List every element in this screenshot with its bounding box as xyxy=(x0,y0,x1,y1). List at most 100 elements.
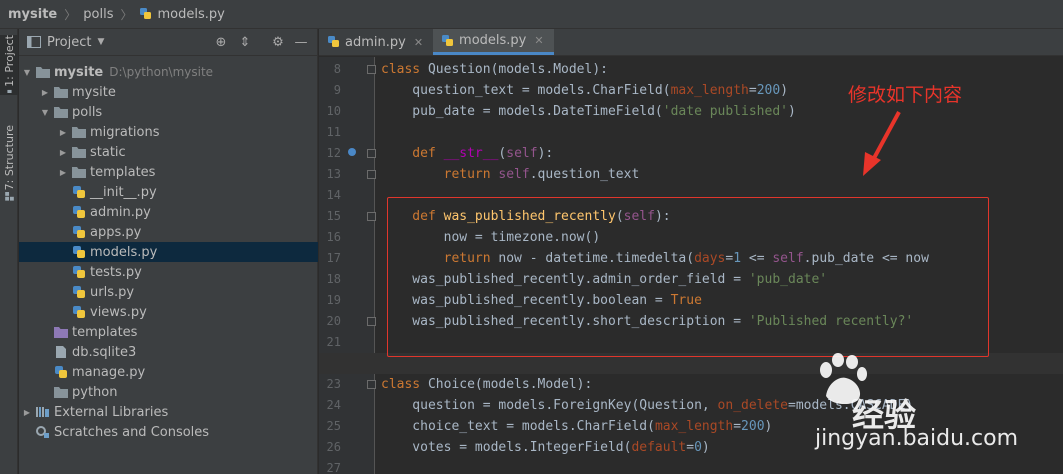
code-token: question = models.ForeignKey(Question, xyxy=(381,398,718,413)
line-number: 13 xyxy=(326,167,341,181)
tree-item[interactable]: urls.py xyxy=(19,282,318,302)
tree-item[interactable]: ▶ mysite xyxy=(19,82,318,102)
tree-item-icon xyxy=(53,105,69,119)
fold-marker-icon[interactable] xyxy=(367,380,376,389)
tree-item[interactable]: tests.py xyxy=(19,262,318,282)
highlight-box xyxy=(387,197,989,357)
tree-item-label: models.py xyxy=(90,244,158,260)
chevron-right-icon[interactable]: ▶ xyxy=(58,128,68,137)
project-toolbar: Project ▼ ⊕ ⇕ ⚙ — xyxy=(19,29,317,56)
override-marker-icon[interactable] xyxy=(348,148,356,156)
line-number: 16 xyxy=(326,230,341,244)
locate-icon[interactable]: ⊕ xyxy=(213,34,229,50)
chevron-down-icon[interactable]: ▼ xyxy=(40,108,50,117)
tree-item[interactable]: models.py xyxy=(19,242,318,262)
tree-item-icon xyxy=(53,345,69,359)
code-token: on_delete xyxy=(717,398,788,413)
fold-marker-icon[interactable] xyxy=(367,212,376,221)
tree-item[interactable]: __init__.py xyxy=(19,182,318,202)
structure-tool-tab-label: 7: Structure xyxy=(2,125,16,191)
tree-item-icon xyxy=(53,325,69,339)
tree-item[interactable]: python xyxy=(19,382,318,402)
tree-item[interactable]: admin.py xyxy=(19,202,318,222)
tree-item[interactable]: ▶ External Libraries xyxy=(19,402,318,422)
fold-marker-icon[interactable] xyxy=(367,65,376,74)
tree-item[interactable]: templates xyxy=(19,322,318,342)
fold-marker-icon[interactable] xyxy=(367,317,376,326)
database-file-icon xyxy=(56,346,66,358)
tree-item-icon xyxy=(71,165,87,179)
annotation-text: 修改如下内容 xyxy=(848,84,963,106)
tree-item[interactable]: manage.py xyxy=(19,362,318,382)
chevron-down-icon[interactable]: ▼ xyxy=(97,37,104,47)
tree-item-icon xyxy=(35,425,51,439)
breadcrumb: mysite 〉 polls 〉 models.py xyxy=(0,0,1063,29)
project-view-title[interactable]: Project xyxy=(47,35,91,50)
python-file-icon xyxy=(73,306,85,318)
code-token: default xyxy=(631,440,687,455)
chevron-right-icon[interactable]: ▶ xyxy=(22,408,32,417)
tree-item[interactable]: Scratches and Consoles xyxy=(19,422,318,442)
folder-icon xyxy=(54,387,68,398)
tree-item[interactable]: apps.py xyxy=(19,222,318,242)
line-number-gutter: 89101112131415161718192021222324252627 xyxy=(319,57,376,474)
tab-label: models.py xyxy=(459,33,527,48)
tree-item-label: manage.py xyxy=(72,364,146,380)
tab-models-py[interactable]: models.py ✕ xyxy=(433,29,554,55)
hide-panel-icon[interactable]: — xyxy=(293,34,309,50)
code-token: ) xyxy=(780,83,789,98)
tab-label: admin.py xyxy=(345,34,406,50)
tree-item[interactable]: db.sqlite3 xyxy=(19,342,318,362)
project-panel-icon xyxy=(27,36,41,48)
structure-tool-tab[interactable]: 7: Structure xyxy=(0,125,18,203)
code-token: ) xyxy=(788,104,796,119)
chevron-right-icon[interactable]: ▶ xyxy=(58,148,68,157)
tree-item-label: static xyxy=(90,144,126,160)
code-line: pub_date = models.DateTimeField('date pu… xyxy=(381,101,796,122)
tree-item[interactable]: ▶ migrations xyxy=(19,122,318,142)
code-token: max_length xyxy=(654,419,734,434)
tree-item-icon xyxy=(53,385,69,399)
close-icon[interactable]: ✕ xyxy=(534,34,543,47)
python-file-icon xyxy=(73,226,85,238)
breadcrumb-folder[interactable]: polls xyxy=(83,7,113,22)
tree-item[interactable]: ▼ mysite D:\python\mysite xyxy=(19,62,318,82)
code-token: return xyxy=(381,167,499,182)
chevron-down-icon[interactable]: ▼ xyxy=(22,68,32,77)
tree-item-icon xyxy=(71,185,87,199)
chevron-right-icon[interactable]: ▶ xyxy=(58,168,68,177)
tab-admin-py[interactable]: admin.py ✕ xyxy=(319,29,433,55)
line-number: 19 xyxy=(326,293,341,307)
folder-icon xyxy=(54,107,68,118)
close-icon[interactable]: ✕ xyxy=(414,36,423,49)
tree-item-label: migrations xyxy=(90,124,160,140)
python-file-icon xyxy=(73,206,85,218)
collapse-all-icon[interactable]: ⇕ xyxy=(237,34,253,50)
code-token: .question_text xyxy=(529,167,640,182)
folder-icon xyxy=(72,167,86,178)
fold-marker-icon[interactable] xyxy=(367,170,376,179)
breadcrumb-root[interactable]: mysite xyxy=(8,7,57,22)
tree-item[interactable]: ▶ templates xyxy=(19,162,318,182)
code-line: question_text = models.CharField(max_len… xyxy=(381,80,788,101)
chevron-right-icon[interactable]: ▶ xyxy=(40,88,50,97)
project-tool-tab[interactable]: 1: Project xyxy=(0,35,18,95)
tree-item[interactable]: views.py xyxy=(19,302,318,322)
breadcrumb-file-label: models.py xyxy=(157,6,225,22)
tree-item-label: __init__.py xyxy=(90,184,157,200)
code-token: Choice(models.Model): xyxy=(427,377,593,392)
gear-icon[interactable]: ⚙ xyxy=(270,34,286,50)
tree-item-label: db.sqlite3 xyxy=(72,344,137,360)
code-token: 200 xyxy=(756,83,781,98)
line-number: 10 xyxy=(326,104,341,118)
breadcrumb-file[interactable]: models.py xyxy=(139,6,225,22)
library-icon xyxy=(36,407,49,417)
tree-item[interactable]: ▼ polls xyxy=(19,102,318,122)
python-file-icon xyxy=(328,36,339,47)
tree-item-icon xyxy=(71,245,87,259)
fold-marker-icon[interactable] xyxy=(367,149,376,158)
annotation-arrow xyxy=(863,111,901,176)
python-file-icon xyxy=(73,286,85,298)
tree-item[interactable]: ▶ static xyxy=(19,142,318,162)
code-token: votes = models.IntegerField( xyxy=(381,440,632,455)
